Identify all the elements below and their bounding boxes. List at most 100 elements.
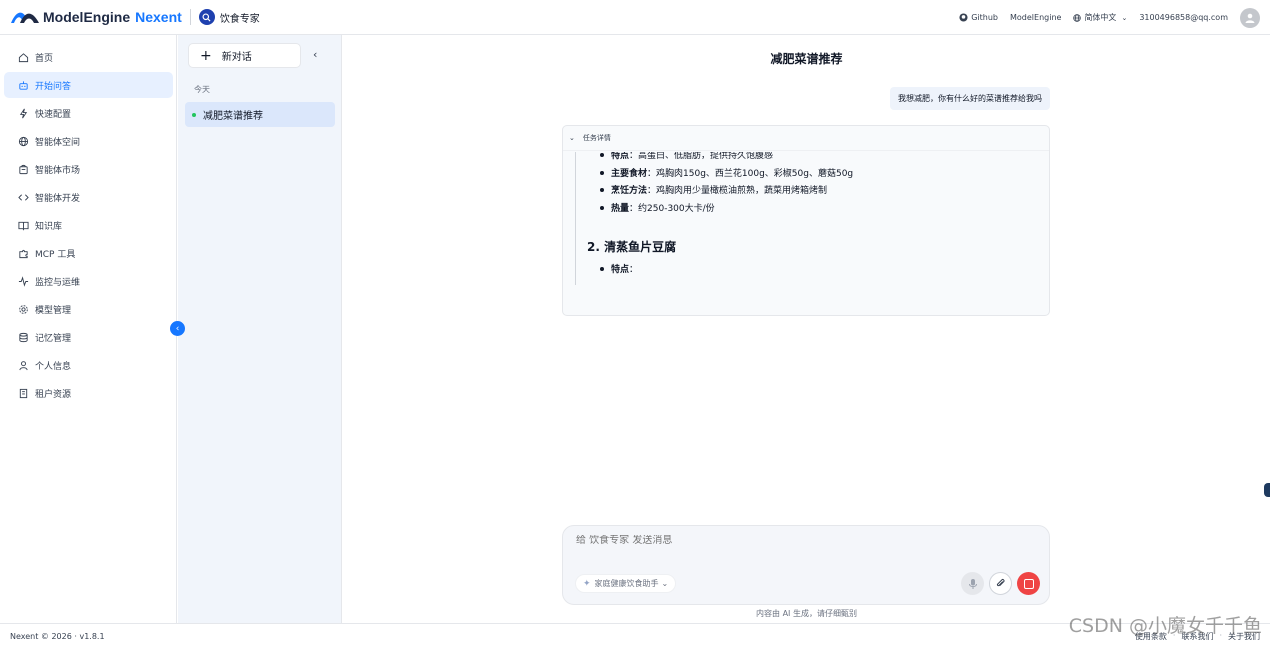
sidebar-item-monitoring[interactable]: 监控与运维 (4, 268, 173, 294)
sidebar-item-quick-config[interactable]: 快速配置 (4, 100, 173, 126)
list-item-value: ：鸡胸肉用少量橄榄油煎熟，蔬菜用烤箱烤制 (647, 186, 828, 196)
bolt-icon (19, 108, 28, 118)
sidebar-item-label: 首页 (35, 53, 54, 64)
list-item: 烹饪方法 ：鸡胸肉用少量橄榄油煎熟，蔬菜用烤箱烤制 (600, 183, 827, 196)
chevron-left-icon: ‹ (175, 323, 180, 334)
language-label: 简体中文 (1084, 13, 1117, 22)
modelengine-link[interactable]: ModelEngine (1010, 13, 1061, 22)
pulse-icon (18, 275, 29, 287)
list-item-key: 烹饪方法 (611, 186, 648, 196)
conversation-panel: + 新对话 ‹ 今天 减肥菜谱推荐 (178, 35, 342, 623)
language-select[interactable]: 简体中文 ⌄ (1073, 12, 1127, 23)
chat-main: 减肥菜谱推荐 我想减肥，你有什么好的菜谱推荐给我吗 ⌄ 任务详情 特点 ：高蛋白、… (343, 35, 1270, 623)
sidebar-item-agent-space[interactable]: 智能体空间 (4, 128, 173, 154)
sidebar-item-agent-dev[interactable]: 智能体开发 (4, 184, 173, 210)
agent-name[interactable]: 饮食专家 (220, 10, 260, 25)
list-item-value: ：鸡胸肉150g、西兰花100g、彩椒50g、蘑菇50g (647, 169, 854, 179)
sidebar-item-label: 模型管理 (35, 305, 72, 316)
new-chat-button[interactable]: + 新对话 (188, 43, 301, 68)
user-avatar-icon (1245, 13, 1255, 23)
sidebar-item-model-management[interactable]: 模型管理 (4, 296, 173, 322)
sidebar-item-profile[interactable]: 个人信息 (4, 352, 173, 378)
chevron-down-icon: ⌄ (569, 134, 575, 142)
github-icon (959, 13, 968, 22)
list-item-value: ： (629, 265, 639, 275)
sidebar-item-agent-market[interactable]: 智能体市场 (4, 156, 173, 182)
sidebar-item-label: 租户资源 (35, 389, 72, 400)
logo-subtext: Nexent (135, 9, 182, 25)
database-icon (19, 332, 28, 342)
sidebar-item-tenant-resources[interactable]: 租户资源 (4, 380, 173, 406)
sidebar-item-label: 个人信息 (35, 361, 72, 372)
logo-text: ModelEngine (43, 9, 131, 25)
floating-edge-handle[interactable] (1264, 483, 1270, 497)
globe-icon (18, 136, 29, 146)
chevron-left-icon: ‹ (313, 48, 318, 61)
sidebar-item-label: 监控与运维 (35, 277, 81, 288)
conversation-item[interactable]: 减肥菜谱推荐 (185, 102, 335, 127)
avatar[interactable] (1240, 7, 1260, 28)
sidebar-item-label: 智能体市场 (35, 165, 81, 176)
store-icon (19, 164, 28, 174)
user-icon (19, 360, 28, 370)
logo[interactable]: ModelEngine Nexent (10, 8, 182, 26)
home-icon (18, 52, 29, 62)
stop-generation-button[interactable] (1017, 572, 1040, 595)
list-item: 热量 ：约250-300大卡/份 (600, 201, 715, 214)
sidebar-item-label: 知识库 (35, 221, 63, 232)
assistant-selector[interactable]: ✦ 家庭健康饮食助手 ⌄ (575, 574, 677, 593)
voice-input-button[interactable] (961, 572, 984, 595)
github-link[interactable]: Github (959, 13, 998, 22)
list-item-key: 特点 (611, 152, 630, 161)
sidebar-collapse-button[interactable]: ‹ (170, 321, 185, 336)
sidebar-item-start-chat[interactable]: 开始问答 (4, 72, 173, 98)
page-title: 减肥菜谱推荐 (770, 52, 843, 66)
status-dot-icon (192, 112, 196, 117)
sparkle-icon: ✦ (583, 578, 591, 589)
github-label: Github (971, 13, 998, 22)
message-input[interactable] (576, 535, 926, 546)
user-message-bubble: 我想减肥，你有什么好的菜谱推荐给我吗 (890, 87, 1050, 110)
copyright: Nexent © 2026 · v1.8.1 (10, 631, 105, 641)
task-details-card: ⌄ 任务详情 特点 ：高蛋白、低脂肪，提供持久饱腹感 主要食材 ：鸡胸肉150g、西… (562, 125, 1050, 316)
sidebar-item-label: 开始问答 (35, 81, 72, 92)
stop-icon (1023, 578, 1034, 589)
microphone-icon (968, 578, 977, 589)
assistant-label: 家庭健康饮食助手 (594, 579, 659, 588)
sidebar-item-mcp-tools[interactable]: MCP 工具 (4, 240, 173, 266)
paperclip-icon (996, 578, 1005, 587)
top-bar: ModelEngine Nexent 饮食专家 Github ModelEngi… (0, 0, 1270, 35)
sidebar: 首页 开始问答 快速配置 智能体空间 智能体市场 智能体开发 知识库 MCP 工… (0, 35, 177, 623)
sidebar-item-label: 智能体空间 (35, 137, 81, 148)
chevron-down-icon: ⌄ (661, 579, 669, 588)
conversation-group-label: 今天 (194, 85, 210, 94)
task-details-label: 任务详情 (582, 134, 611, 142)
gear-icon (19, 304, 28, 314)
list-item: 特点 ：高蛋白、低脂肪，提供持久饱腹感 (600, 152, 773, 161)
sidebar-item-memory-management[interactable]: 记忆管理 (4, 324, 173, 350)
task-details-toggle[interactable]: ⌄ 任务详情 (563, 126, 1049, 151)
list-item-value: ：高蛋白、低脂肪，提供持久饱腹感 (629, 152, 774, 161)
collapse-panel-button[interactable]: ‹ (313, 48, 317, 61)
user-email[interactable]: 3100496858@qq.com (1139, 13, 1228, 22)
list-item-value: ：约250-300大卡/份 (629, 204, 715, 214)
header-divider (189, 9, 191, 25)
task-details-content: 特点 ：高蛋白、低脂肪，提供持久饱腹感 主要食材 ：鸡胸肉150g、西兰花100g、… (575, 152, 1037, 285)
list-item: 主要食材 ：鸡胸肉150g、西兰花100g、彩椒50g、蘑菇50g (600, 166, 853, 179)
logo-mark-icon (11, 12, 39, 23)
agent-search-icon (198, 9, 215, 25)
sidebar-item-knowledge-base[interactable]: 知识库 (4, 212, 173, 238)
list-item-key: 热量 (611, 204, 630, 214)
chevron-down-icon: ⌄ (1121, 13, 1128, 22)
sidebar-item-home[interactable]: 首页 (4, 44, 173, 70)
list-item-key: 特点 (611, 265, 630, 275)
conversation-title: 减肥菜谱推荐 (203, 111, 263, 122)
globe-icon (1073, 13, 1082, 22)
book-icon (18, 221, 29, 231)
plus-icon: + (200, 47, 212, 64)
attach-file-button[interactable] (989, 572, 1012, 595)
watermark: CSDN @小魔女千千鱼 (1068, 615, 1262, 637)
task-heading: 2. 清蒸鱼片豆腐 (587, 240, 677, 254)
building-icon (19, 388, 28, 398)
robot-icon (19, 80, 28, 90)
